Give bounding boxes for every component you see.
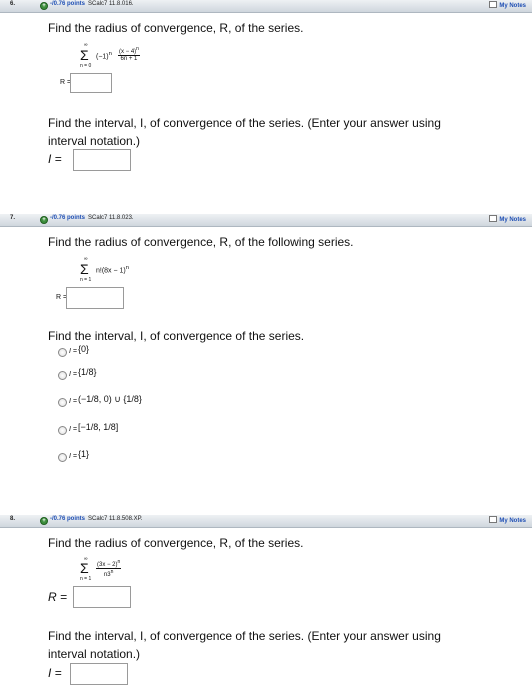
radio-button[interactable] [58, 371, 67, 380]
interval-prompt-line-2: interval notation.) [48, 134, 141, 148]
notes-icon [489, 1, 498, 8]
sigma-icon: Σ [80, 261, 89, 277]
problem-reference: SCalc7 11.8.016. [88, 1, 134, 7]
radio-button[interactable] [58, 348, 67, 357]
interval-label: I = [48, 152, 62, 166]
radius-answer-input[interactable] [66, 287, 124, 309]
question-header: 8. + -/0.76 points SCalc7 11.8.508.XP. My… [0, 515, 532, 528]
expand-icon[interactable]: + [40, 517, 48, 525]
radius-prompt: Find the radius of convergence, R, of th… [48, 235, 354, 249]
my-notes-label: My Notes [499, 518, 526, 524]
radius-answer-input[interactable] [73, 586, 131, 608]
points-value: -/0.76 points [50, 1, 86, 7]
sigma-icon: Σ [80, 560, 89, 576]
points-value: -/0.76 points [50, 516, 86, 522]
my-notes-button[interactable]: My Notes [489, 1, 526, 9]
sum-lower-limit: n = 0 [80, 63, 92, 69]
radius-prompt: Find the radius of convergence, R, of th… [48, 536, 304, 550]
question-6: 6. + -/0.76 points SCalc7 11.8.016. My No… [0, 0, 532, 205]
sum-lower-limit: n = 1 [80, 277, 92, 283]
option-expression: (−1/8, 0) ∪ {1/8} [78, 394, 142, 404]
interval-prompt-line-2: interval notation.) [48, 647, 141, 661]
my-notes-label: My Notes [499, 3, 526, 9]
interval-prompt-line-1: Find the interval, I, of convergence of … [48, 116, 441, 130]
sum-lower-limit: n = 1 [80, 576, 92, 582]
interval-answer-input[interactable] [70, 663, 128, 685]
radius-prompt: Find the radius of convergence, R, of th… [48, 21, 304, 35]
question-number: 6. [10, 1, 16, 7]
series-fraction: (x − 4)n 6n + 1 [118, 46, 140, 62]
my-notes-button[interactable]: My Notes [489, 516, 526, 524]
series-fraction: (3x − 2)n n3n [96, 559, 122, 578]
question-header: 6. + -/0.76 points SCalc7 11.8.016. My No… [0, 0, 532, 13]
points-info: -/0.76 points SCalc7 11.8.508.XP. [50, 516, 143, 522]
problem-reference: SCalc7 11.8.023. [88, 215, 134, 221]
points-info: -/0.76 points SCalc7 11.8.023. [50, 215, 134, 221]
radius-answer-input[interactable] [70, 73, 112, 93]
expand-icon[interactable]: + [40, 216, 48, 224]
question-header: 7. + -/0.76 points SCalc7 11.8.023. My No… [0, 214, 532, 227]
radio-button[interactable] [58, 453, 67, 462]
option-expression: {1} [78, 449, 90, 459]
series-sign-term: (−1)n [96, 51, 112, 61]
question-7: 7. + -/0.76 points SCalc7 11.8.023. My No… [0, 214, 532, 504]
option-expression: {0} [78, 344, 90, 354]
radio-button[interactable] [58, 426, 67, 435]
my-notes-label: My Notes [499, 217, 526, 223]
radius-label: R = [48, 590, 68, 604]
option-expression: [−1/8, 1/8] [78, 422, 119, 432]
notes-icon [489, 516, 498, 523]
sigma-icon: Σ [80, 47, 89, 63]
problem-reference: SCalc7 11.8.508.XP. [88, 516, 143, 522]
question-number: 8. [10, 516, 16, 522]
interval-label: I = [48, 666, 62, 680]
interval-prompt-line-1: Find the interval, I, of convergence of … [48, 629, 441, 643]
points-info: -/0.76 points SCalc7 11.8.016. [50, 1, 134, 7]
expand-icon[interactable]: + [40, 2, 48, 10]
interval-answer-input[interactable] [73, 149, 131, 171]
my-notes-button[interactable]: My Notes [489, 215, 526, 223]
interval-prompt: Find the interval, I, of convergence of … [48, 329, 305, 343]
option-expression: {1/8} [78, 367, 97, 377]
points-value: -/0.76 points [50, 215, 86, 221]
question-number: 7. [10, 215, 16, 221]
question-8: 8. + -/0.76 points SCalc7 11.8.508.XP. My… [0, 515, 532, 700]
series-term: n!(8x − 1)n [96, 265, 130, 275]
radio-button[interactable] [58, 398, 67, 407]
notes-icon [489, 215, 498, 222]
